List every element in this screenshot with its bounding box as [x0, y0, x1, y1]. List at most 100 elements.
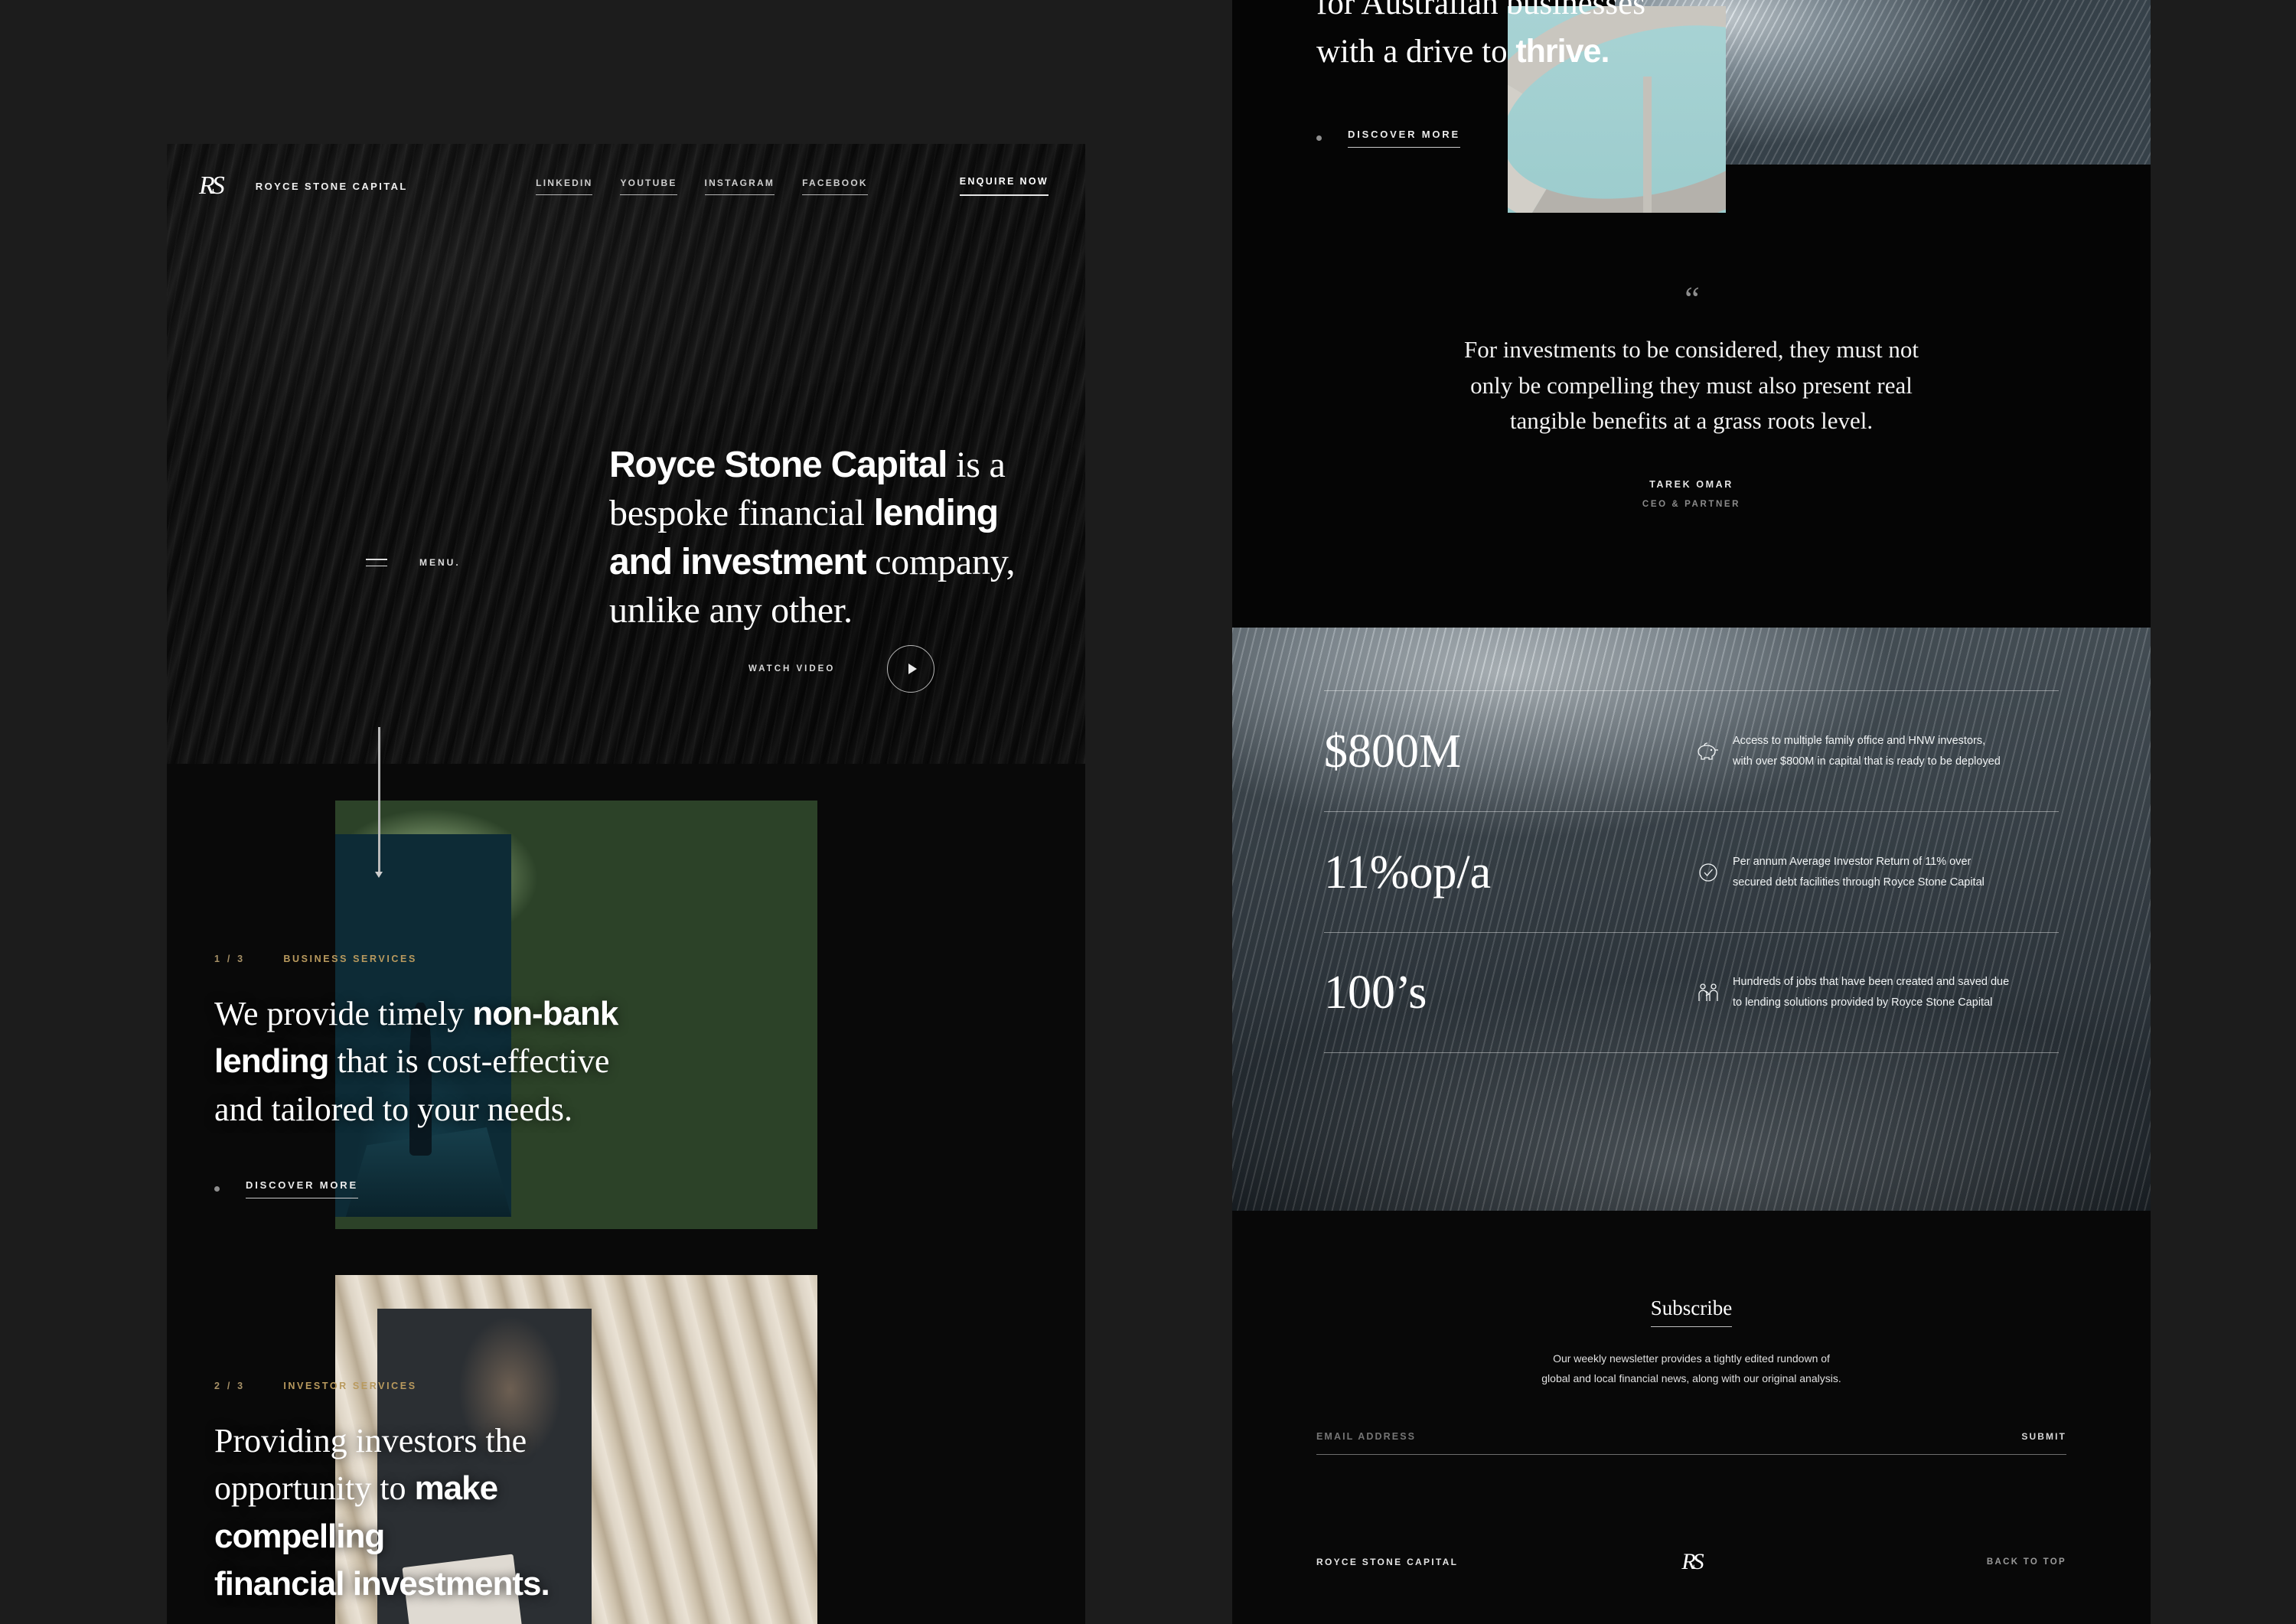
s1-d: that is cost-effective — [328, 1042, 610, 1081]
hero-line4: unlike any other. — [609, 590, 853, 631]
hero-section: RS ROYCE STONE CAPITAL LINKEDIN YOUTUBE … — [167, 144, 1085, 764]
hero-line3-rest: company, — [866, 541, 1016, 582]
s2-d: financial investments. — [214, 1565, 550, 1603]
stats-section: $800M Access to multiple family office a… — [1232, 628, 2151, 1211]
watch-video-label: WATCH VIDEO — [748, 664, 836, 673]
bullet-dot-icon — [214, 1186, 220, 1192]
rh-line1: for Australian businesses — [1316, 0, 1645, 21]
nav-link-linkedin[interactable]: LINKEDIN — [536, 178, 593, 195]
service-2-index: 2 / 3 — [214, 1381, 246, 1391]
screenshot-stage: RS ROYCE STONE CAPITAL LINKEDIN YOUTUBE … — [0, 0, 2296, 1624]
footer-logo-icon[interactable]: RS — [1681, 1551, 1704, 1573]
stat0-l2: with over $800M in capital that is ready… — [1733, 755, 2001, 768]
discover-more-business[interactable]: DISCOVER MORE — [214, 1179, 643, 1199]
subscribe-title-text: Subscribe — [1650, 1296, 1733, 1327]
scroll-indicator[interactable] — [375, 727, 383, 878]
right-hero-headline: for Australian businesses with a drive t… — [1316, 0, 1745, 77]
stat-row: 11%op/a Per annum Average Investor Retur… — [1324, 811, 2059, 932]
enquire-now-button[interactable]: ENQUIRE NOW — [959, 176, 1049, 196]
stat-desc-jobs: Hundreds of jobs that have been created … — [1733, 972, 2009, 1013]
stat-row: $800M Access to multiple family office a… — [1324, 690, 2059, 811]
service-1-eyebrow: 1 / 3 BUSINESS SERVICES — [214, 954, 643, 964]
discover-label: DISCOVER MORE — [1348, 129, 1460, 148]
left-page-panel: RS ROYCE STONE CAPITAL LINKEDIN YOUTUBE … — [167, 144, 1085, 1624]
service-block-business: 1 / 3 BUSINESS SERVICES We provide timel… — [167, 764, 1085, 1269]
quote-author-role: CEO & PARTNER — [1642, 499, 1741, 509]
hero-line1-rest: is a — [947, 445, 1006, 485]
s2-b: opportunity to — [214, 1469, 415, 1508]
stat1-l2: secured debt facilities through Royce St… — [1733, 876, 1985, 889]
service-2-text: 2 / 3 INVESTOR SERVICES Providing invest… — [214, 1381, 643, 1624]
rh-line2b: thrive. — [1515, 33, 1609, 70]
s1-a: We provide timely — [214, 995, 473, 1032]
nav-link-youtube[interactable]: YOUTUBE — [620, 178, 677, 195]
check-circle-icon — [1684, 861, 1733, 884]
s1-b: non-bank — [472, 995, 618, 1032]
q-line1: For investments to be considered, they m… — [1463, 336, 1919, 364]
s2-a: Providing investors the — [214, 1422, 527, 1459]
service-1-headline: We provide timely non-bank lending that … — [214, 990, 643, 1133]
watch-video-button[interactable]: WATCH VIDEO — [748, 645, 935, 693]
stat-desc-capital: Access to multiple family office and HNW… — [1733, 731, 2001, 772]
email-input[interactable] — [1316, 1431, 1776, 1442]
hero-line2-emph: lending — [873, 493, 999, 534]
stats-list: $800M Access to multiple family office a… — [1232, 628, 2151, 1053]
stat1-l1: Per annum Average Investor Return of 11%… — [1733, 855, 1971, 868]
stat-value-capital: $800M — [1324, 725, 1462, 778]
quote-section: “ For investments to be considered, they… — [1232, 280, 2151, 509]
hero-headline: Royce Stone Capital is a bespoke financi… — [609, 441, 1038, 634]
site-header: RS ROYCE STONE CAPITAL LINKEDIN YOUTUBE … — [167, 144, 1085, 228]
stat-desc-return: Per annum Average Investor Return of 11%… — [1733, 852, 1985, 893]
s1-c: lending — [214, 1042, 329, 1081]
q-line2: only be compelling they must also presen… — [1470, 371, 1913, 399]
sub-l1: Our weekly newsletter provides a tightly… — [1553, 1352, 1830, 1365]
brand-logo-icon[interactable]: RS — [199, 173, 225, 199]
q-line3: tangible benefits at a grass roots level… — [1509, 407, 1874, 435]
hero-line3-emph: and investment — [609, 541, 866, 582]
service-1-category: BUSINESS SERVICES — [283, 954, 417, 964]
stat2-l2: to lending solutions provided by Royce S… — [1733, 996, 1993, 1009]
right-hero-section: for Australian businesses with a drive t… — [1232, 0, 2151, 628]
quote-text: For investments to be considered, they m… — [1232, 332, 2151, 439]
stat-row: 100’s Hundreds of jobs that have been cr… — [1324, 932, 2059, 1053]
discover-label: DISCOVER MORE — [246, 1179, 358, 1199]
subscribe-title: Subscribe — [1232, 1296, 2151, 1327]
hero-line1-emph: Royce Stone Capital — [609, 445, 948, 485]
nav-link-instagram[interactable]: INSTAGRAM — [704, 178, 775, 195]
stat-value-jobs: 100’s — [1324, 967, 1427, 1019]
bullet-dot-icon — [1316, 135, 1322, 141]
back-to-top-button[interactable]: BACK TO TOP — [1987, 1557, 2066, 1567]
stat-value-return: 11%op/a — [1324, 846, 1492, 898]
footer-section: Subscribe Our weekly newsletter provides… — [1232, 1211, 2151, 1624]
right-page-panel: for Australian businesses with a drive t… — [1232, 0, 2151, 1624]
menu-label: MENU. — [419, 557, 461, 568]
stat2-l1: Hundreds of jobs that have been created … — [1733, 976, 2010, 989]
service-2-category: INVESTOR SERVICES — [283, 1381, 417, 1391]
discover-more-right-hero[interactable]: DISCOVER MORE — [1316, 129, 1460, 148]
footer-brand-name: ROYCE STONE CAPITAL — [1316, 1557, 1459, 1567]
play-icon[interactable] — [887, 645, 935, 693]
stat0-l1: Access to multiple family office and HNW… — [1733, 734, 1986, 747]
hamburger-icon — [366, 558, 387, 567]
people-icon — [1684, 981, 1733, 1004]
service-2-eyebrow: 2 / 3 INVESTOR SERVICES — [214, 1381, 643, 1391]
social-nav: LINKEDIN YOUTUBE INSTAGRAM FACEBOOK — [536, 178, 868, 195]
quote-author: TAREK OMAR — [1649, 478, 1733, 490]
brand-name: ROYCE STONE CAPITAL — [255, 180, 408, 192]
service-2-headline: Providing investors the opportunity to m… — [214, 1417, 643, 1609]
s1-e: and tailored to your needs. — [214, 1090, 572, 1128]
quote-mark-icon: “ — [1684, 280, 1700, 318]
nav-link-facebook[interactable]: FACEBOOK — [802, 178, 868, 195]
piggy-bank-icon — [1684, 741, 1733, 762]
subscribe-description: Our weekly newsletter provides a tightly… — [1232, 1349, 2151, 1389]
rh-line2a: with a drive to — [1316, 34, 1516, 70]
hero-copy: Royce Stone Capital is a bespoke financi… — [609, 441, 1038, 634]
menu-button[interactable]: MENU. — [366, 557, 461, 568]
service-1-index: 1 / 3 — [214, 954, 246, 964]
sub-l2: global and local financial news, along w… — [1541, 1371, 1841, 1384]
hero-line2-rest: bespoke financial — [609, 493, 874, 534]
subscribe-form: SUBMIT — [1316, 1431, 2066, 1455]
service-1-text: 1 / 3 BUSINESS SERVICES We provide timel… — [214, 954, 643, 1199]
submit-button[interactable]: SUBMIT — [2021, 1431, 2066, 1442]
footer-bottom-bar: ROYCE STONE CAPITAL RS BACK TO TOP — [1316, 1551, 2066, 1573]
